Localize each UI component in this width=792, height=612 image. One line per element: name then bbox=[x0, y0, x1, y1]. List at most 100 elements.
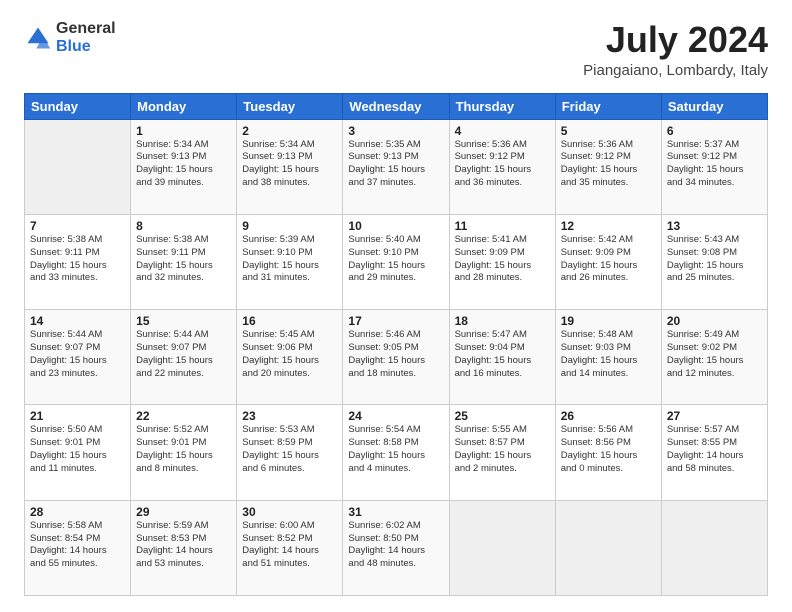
location-subtitle: Piangaiano, Lombardy, Italy bbox=[583, 62, 768, 79]
day-number: 13 bbox=[667, 219, 762, 233]
calendar-week-5: 28Sunrise: 5:58 AM Sunset: 8:54 PM Dayli… bbox=[25, 500, 768, 595]
day-number: 22 bbox=[136, 409, 231, 423]
header-wednesday: Wednesday bbox=[343, 93, 449, 119]
table-row: 6Sunrise: 5:37 AM Sunset: 9:12 PM Daylig… bbox=[661, 119, 767, 214]
table-row: 20Sunrise: 5:49 AM Sunset: 9:02 PM Dayli… bbox=[661, 310, 767, 405]
day-number: 20 bbox=[667, 314, 762, 328]
day-info: Sunrise: 5:46 AM Sunset: 9:05 PM Dayligh… bbox=[348, 329, 443, 380]
day-info: Sunrise: 5:45 AM Sunset: 9:06 PM Dayligh… bbox=[242, 329, 337, 380]
day-info: Sunrise: 5:37 AM Sunset: 9:12 PM Dayligh… bbox=[667, 139, 762, 190]
table-row: 21Sunrise: 5:50 AM Sunset: 9:01 PM Dayli… bbox=[25, 405, 131, 500]
table-row: 23Sunrise: 5:53 AM Sunset: 8:59 PM Dayli… bbox=[237, 405, 343, 500]
logo-icon bbox=[24, 24, 52, 52]
calendar-week-1: 1Sunrise: 5:34 AM Sunset: 9:13 PM Daylig… bbox=[25, 119, 768, 214]
table-row: 7Sunrise: 5:38 AM Sunset: 9:11 PM Daylig… bbox=[25, 214, 131, 309]
day-info: Sunrise: 5:57 AM Sunset: 8:55 PM Dayligh… bbox=[667, 424, 762, 475]
table-row: 15Sunrise: 5:44 AM Sunset: 9:07 PM Dayli… bbox=[131, 310, 237, 405]
day-info: Sunrise: 5:43 AM Sunset: 9:08 PM Dayligh… bbox=[667, 234, 762, 285]
day-number: 12 bbox=[561, 219, 656, 233]
day-info: Sunrise: 5:35 AM Sunset: 9:13 PM Dayligh… bbox=[348, 139, 443, 190]
day-number: 3 bbox=[348, 124, 443, 138]
day-number: 1 bbox=[136, 124, 231, 138]
calendar-week-4: 21Sunrise: 5:50 AM Sunset: 9:01 PM Dayli… bbox=[25, 405, 768, 500]
header-tuesday: Tuesday bbox=[237, 93, 343, 119]
day-info: Sunrise: 5:44 AM Sunset: 9:07 PM Dayligh… bbox=[30, 329, 125, 380]
day-number: 15 bbox=[136, 314, 231, 328]
table-row: 22Sunrise: 5:52 AM Sunset: 9:01 PM Dayli… bbox=[131, 405, 237, 500]
header-monday: Monday bbox=[131, 93, 237, 119]
day-number: 21 bbox=[30, 409, 125, 423]
day-number: 28 bbox=[30, 505, 125, 519]
day-info: Sunrise: 5:55 AM Sunset: 8:57 PM Dayligh… bbox=[455, 424, 550, 475]
day-number: 9 bbox=[242, 219, 337, 233]
table-row: 9Sunrise: 5:39 AM Sunset: 9:10 PM Daylig… bbox=[237, 214, 343, 309]
table-row bbox=[449, 500, 555, 595]
table-row bbox=[25, 119, 131, 214]
day-info: Sunrise: 5:53 AM Sunset: 8:59 PM Dayligh… bbox=[242, 424, 337, 475]
table-row: 14Sunrise: 5:44 AM Sunset: 9:07 PM Dayli… bbox=[25, 310, 131, 405]
day-number: 30 bbox=[242, 505, 337, 519]
table-row: 5Sunrise: 5:36 AM Sunset: 9:12 PM Daylig… bbox=[555, 119, 661, 214]
day-info: Sunrise: 5:56 AM Sunset: 8:56 PM Dayligh… bbox=[561, 424, 656, 475]
calendar-week-3: 14Sunrise: 5:44 AM Sunset: 9:07 PM Dayli… bbox=[25, 310, 768, 405]
table-row: 17Sunrise: 5:46 AM Sunset: 9:05 PM Dayli… bbox=[343, 310, 449, 405]
day-number: 11 bbox=[455, 219, 550, 233]
table-row: 16Sunrise: 5:45 AM Sunset: 9:06 PM Dayli… bbox=[237, 310, 343, 405]
month-title: July 2024 bbox=[583, 20, 768, 60]
day-info: Sunrise: 5:54 AM Sunset: 8:58 PM Dayligh… bbox=[348, 424, 443, 475]
day-info: Sunrise: 5:38 AM Sunset: 9:11 PM Dayligh… bbox=[30, 234, 125, 285]
day-number: 24 bbox=[348, 409, 443, 423]
table-row: 25Sunrise: 5:55 AM Sunset: 8:57 PM Dayli… bbox=[449, 405, 555, 500]
day-number: 6 bbox=[667, 124, 762, 138]
table-row: 30Sunrise: 6:00 AM Sunset: 8:52 PM Dayli… bbox=[237, 500, 343, 595]
table-row: 4Sunrise: 5:36 AM Sunset: 9:12 PM Daylig… bbox=[449, 119, 555, 214]
day-number: 14 bbox=[30, 314, 125, 328]
day-info: Sunrise: 5:40 AM Sunset: 9:10 PM Dayligh… bbox=[348, 234, 443, 285]
day-number: 7 bbox=[30, 219, 125, 233]
table-row: 24Sunrise: 5:54 AM Sunset: 8:58 PM Dayli… bbox=[343, 405, 449, 500]
day-number: 16 bbox=[242, 314, 337, 328]
calendar-week-2: 7Sunrise: 5:38 AM Sunset: 9:11 PM Daylig… bbox=[25, 214, 768, 309]
day-info: Sunrise: 5:34 AM Sunset: 9:13 PM Dayligh… bbox=[136, 139, 231, 190]
day-info: Sunrise: 5:34 AM Sunset: 9:13 PM Dayligh… bbox=[242, 139, 337, 190]
title-block: July 2024 Piangaiano, Lombardy, Italy bbox=[583, 20, 768, 79]
day-info: Sunrise: 5:36 AM Sunset: 9:12 PM Dayligh… bbox=[561, 139, 656, 190]
table-row: 13Sunrise: 5:43 AM Sunset: 9:08 PM Dayli… bbox=[661, 214, 767, 309]
table-row: 2Sunrise: 5:34 AM Sunset: 9:13 PM Daylig… bbox=[237, 119, 343, 214]
day-info: Sunrise: 6:00 AM Sunset: 8:52 PM Dayligh… bbox=[242, 520, 337, 571]
header-thursday: Thursday bbox=[449, 93, 555, 119]
day-number: 8 bbox=[136, 219, 231, 233]
day-info: Sunrise: 5:59 AM Sunset: 8:53 PM Dayligh… bbox=[136, 520, 231, 571]
logo-general-text: General bbox=[56, 20, 116, 38]
table-row: 26Sunrise: 5:56 AM Sunset: 8:56 PM Dayli… bbox=[555, 405, 661, 500]
day-number: 31 bbox=[348, 505, 443, 519]
table-row: 3Sunrise: 5:35 AM Sunset: 9:13 PM Daylig… bbox=[343, 119, 449, 214]
day-info: Sunrise: 5:38 AM Sunset: 9:11 PM Dayligh… bbox=[136, 234, 231, 285]
table-row: 11Sunrise: 5:41 AM Sunset: 9:09 PM Dayli… bbox=[449, 214, 555, 309]
day-info: Sunrise: 6:02 AM Sunset: 8:50 PM Dayligh… bbox=[348, 520, 443, 571]
day-number: 19 bbox=[561, 314, 656, 328]
day-number: 26 bbox=[561, 409, 656, 423]
day-number: 10 bbox=[348, 219, 443, 233]
day-number: 25 bbox=[455, 409, 550, 423]
day-info: Sunrise: 5:52 AM Sunset: 9:01 PM Dayligh… bbox=[136, 424, 231, 475]
day-info: Sunrise: 5:41 AM Sunset: 9:09 PM Dayligh… bbox=[455, 234, 550, 285]
day-info: Sunrise: 5:42 AM Sunset: 9:09 PM Dayligh… bbox=[561, 234, 656, 285]
day-number: 4 bbox=[455, 124, 550, 138]
day-number: 18 bbox=[455, 314, 550, 328]
day-info: Sunrise: 5:44 AM Sunset: 9:07 PM Dayligh… bbox=[136, 329, 231, 380]
table-row: 19Sunrise: 5:48 AM Sunset: 9:03 PM Dayli… bbox=[555, 310, 661, 405]
day-info: Sunrise: 5:58 AM Sunset: 8:54 PM Dayligh… bbox=[30, 520, 125, 571]
day-info: Sunrise: 5:36 AM Sunset: 9:12 PM Dayligh… bbox=[455, 139, 550, 190]
table-row: 27Sunrise: 5:57 AM Sunset: 8:55 PM Dayli… bbox=[661, 405, 767, 500]
header-friday: Friday bbox=[555, 93, 661, 119]
day-number: 2 bbox=[242, 124, 337, 138]
table-row: 10Sunrise: 5:40 AM Sunset: 9:10 PM Dayli… bbox=[343, 214, 449, 309]
calendar-table: Sunday Monday Tuesday Wednesday Thursday… bbox=[24, 93, 768, 596]
table-row bbox=[555, 500, 661, 595]
day-number: 5 bbox=[561, 124, 656, 138]
table-row: 8Sunrise: 5:38 AM Sunset: 9:11 PM Daylig… bbox=[131, 214, 237, 309]
day-number: 27 bbox=[667, 409, 762, 423]
header-saturday: Saturday bbox=[661, 93, 767, 119]
logo: General Blue bbox=[24, 20, 116, 55]
